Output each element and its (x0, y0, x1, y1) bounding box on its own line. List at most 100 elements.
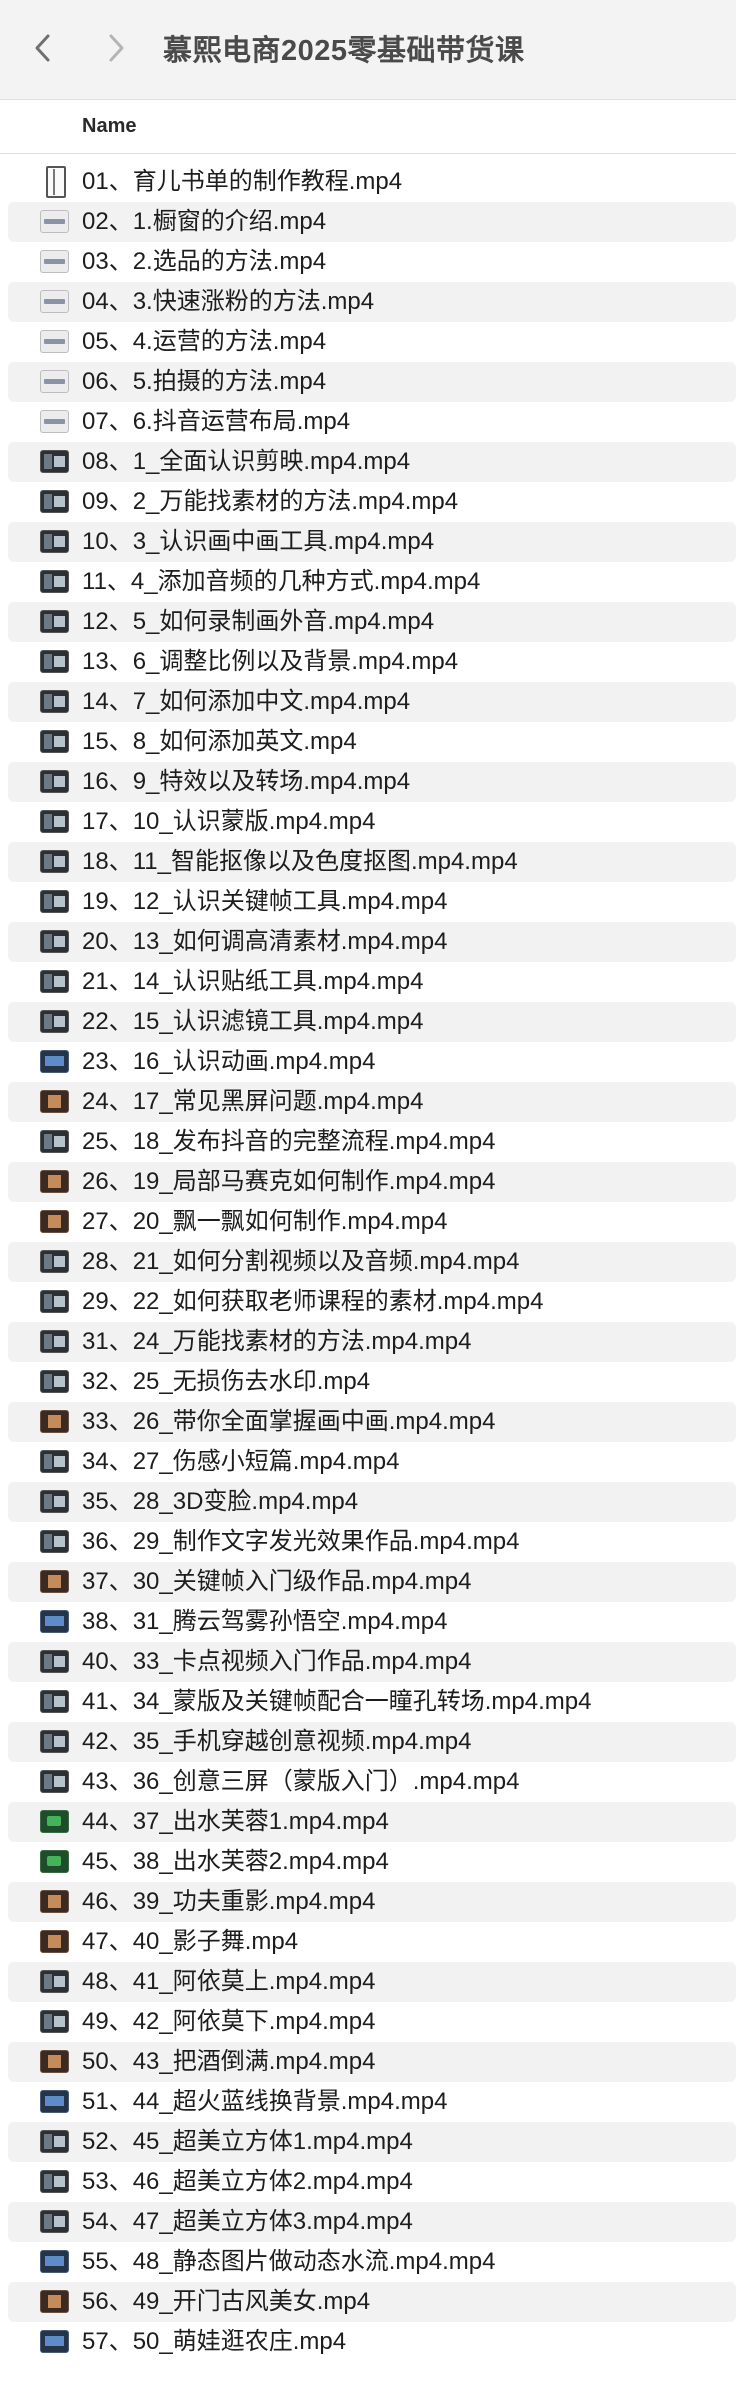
video-thumbnail-icon (40, 1090, 69, 1113)
file-row[interactable]: 57、50_萌娃逛农庄.mp4 (8, 2322, 736, 2362)
file-row[interactable]: 38、31_腾云驾雾孙悟空.mp4.mp4 (8, 1602, 736, 1642)
file-row[interactable]: 15、8_如何添加英文.mp4 (8, 722, 736, 762)
file-row[interactable]: 47、40_影子舞.mp4 (8, 1922, 736, 1962)
file-row[interactable]: 13、6_调整比例以及背景.mp4.mp4 (8, 642, 736, 682)
file-row[interactable]: 22、15_认识滤镜工具.mp4.mp4 (8, 1002, 736, 1042)
video-thumbnail-icon (40, 890, 69, 913)
file-row[interactable]: 20、13_如何调高清素材.mp4.mp4 (8, 922, 736, 962)
video-thumbnail-icon (40, 1810, 69, 1833)
file-row[interactable]: 24、17_常见黑屏问题.mp4.mp4 (8, 1082, 736, 1122)
file-row[interactable]: 45、38_出水芙蓉2.mp4.mp4 (8, 1842, 736, 1882)
file-name: 29、22_如何获取老师课程的素材.mp4.mp4 (82, 1288, 544, 1315)
file-row[interactable]: 18、11_智能抠像以及色度抠图.mp4.mp4 (8, 842, 736, 882)
file-row[interactable]: 04、3.快速涨粉的方法.mp4 (8, 282, 736, 322)
file-row[interactable]: 05、4.运营的方法.mp4 (8, 322, 736, 362)
file-row[interactable]: 33、26_带你全面掌握画中画.mp4.mp4 (8, 1402, 736, 1442)
file-name: 20、13_如何调高清素材.mp4.mp4 (82, 928, 448, 955)
file-row[interactable]: 10、3_认识画中画工具.mp4.mp4 (8, 522, 736, 562)
file-name: 27、20_飘一飘如何制作.mp4.mp4 (82, 1208, 448, 1235)
file-row[interactable]: 08、1_全面认识剪映.mp4.mp4 (8, 442, 736, 482)
file-row[interactable]: 54、47_超美立方体3.mp4.mp4 (8, 2202, 736, 2242)
file-name: 43、36_创意三屏（蒙版入门）.mp4.mp4 (82, 1768, 520, 1795)
file-row[interactable]: 31、24_万能找素材的方法.mp4.mp4 (8, 1322, 736, 1362)
back-button[interactable] (17, 22, 69, 74)
file-row[interactable]: 07、6.抖音运营布局.mp4 (8, 402, 736, 442)
file-name: 55、48_静态图片做动态水流.mp4.mp4 (82, 2248, 496, 2275)
video-thumbnail-icon (40, 2290, 69, 2313)
file-name: 49、42_阿依莫下.mp4.mp4 (82, 2008, 376, 2035)
video-thumbnail-icon (40, 970, 69, 993)
file-row[interactable]: 09、2_万能找素材的方法.mp4.mp4 (8, 482, 736, 522)
video-thumbnail-icon (40, 1650, 69, 1673)
forward-button[interactable] (90, 22, 142, 74)
file-row[interactable]: 49、42_阿依莫下.mp4.mp4 (8, 2002, 736, 2042)
file-row[interactable]: 43、36_创意三屏（蒙版入门）.mp4.mp4 (8, 1762, 736, 1802)
file-row[interactable]: 34、27_伤感小短篇.mp4.mp4 (8, 1442, 736, 1482)
video-thumbnail-icon (40, 1450, 69, 1473)
file-name: 09、2_万能找素材的方法.mp4.mp4 (82, 488, 459, 515)
video-thumbnail-icon (40, 2170, 69, 2193)
file-row[interactable]: 03、2.选品的方法.mp4 (8, 242, 736, 282)
video-thumbnail-icon (40, 1170, 69, 1193)
file-row[interactable]: 48、41_阿依莫上.mp4.mp4 (8, 1962, 736, 2002)
file-name: 05、4.运营的方法.mp4 (82, 328, 327, 355)
file-row[interactable]: 06、5.拍摄的方法.mp4 (8, 362, 736, 402)
video-thumbnail-icon (40, 1970, 69, 1993)
file-name: 56、49_开门古风美女.mp4 (82, 2288, 371, 2315)
file-row[interactable]: 27、20_飘一飘如何制作.mp4.mp4 (8, 1202, 736, 1242)
video-thumbnail-icon (40, 1490, 69, 1513)
file-row[interactable]: 17、10_认识蒙版.mp4.mp4 (8, 802, 736, 842)
video-thumbnail-icon (40, 250, 69, 273)
file-name: 51、44_超火蓝线换背景.mp4.mp4 (82, 2088, 448, 2115)
file-row[interactable]: 41、34_蒙版及关键帧配合一瞳孔转场.mp4.mp4 (8, 1682, 736, 1722)
video-thumbnail-icon (40, 1010, 69, 1033)
file-row[interactable]: 35、28_3D变脸.mp4.mp4 (8, 1482, 736, 1522)
file-row[interactable]: 23、16_认识动画.mp4.mp4 (8, 1042, 736, 1082)
file-row[interactable]: 16、9_特效以及转场.mp4.mp4 (8, 762, 736, 802)
file-name: 25、18_发布抖音的完整流程.mp4.mp4 (82, 1128, 496, 1155)
file-row[interactable]: 28、21_如何分割视频以及音频.mp4.mp4 (8, 1242, 736, 1282)
file-name: 02、1.橱窗的介绍.mp4 (82, 208, 327, 235)
file-row[interactable]: 25、18_发布抖音的完整流程.mp4.mp4 (8, 1122, 736, 1162)
file-row[interactable]: 12、5_如何录制画外音.mp4.mp4 (8, 602, 736, 642)
file-row[interactable]: 36、29_制作文字发光效果作品.mp4.mp4 (8, 1522, 736, 1562)
file-name: 19、12_认识关键帧工具.mp4.mp4 (82, 888, 448, 915)
file-row[interactable]: 02、1.橱窗的介绍.mp4 (8, 202, 736, 242)
file-row[interactable]: 46、39_功夫重影.mp4.mp4 (8, 1882, 736, 1922)
file-row[interactable]: 50、43_把酒倒满.mp4.mp4 (8, 2042, 736, 2082)
video-thumbnail-icon (40, 450, 69, 473)
file-row[interactable]: 26、19_局部马赛克如何制作.mp4.mp4 (8, 1162, 736, 1202)
file-row[interactable]: 11、4_添加音频的几种方式.mp4.mp4 (8, 562, 736, 602)
file-row[interactable]: 53、46_超美立方体2.mp4.mp4 (8, 2162, 736, 2202)
video-thumbnail-icon (40, 850, 69, 873)
file-row[interactable]: 19、12_认识关键帧工具.mp4.mp4 (8, 882, 736, 922)
video-thumbnail-icon (40, 1850, 69, 1873)
file-row[interactable]: 21、14_认识贴纸工具.mp4.mp4 (8, 962, 736, 1002)
file-row[interactable]: 51、44_超火蓝线换背景.mp4.mp4 (8, 2082, 736, 2122)
video-thumbnail-icon (40, 370, 69, 393)
file-row[interactable]: 14、7_如何添加中文.mp4.mp4 (8, 682, 736, 722)
file-row[interactable]: 32、25_无损伤去水印.mp4 (8, 1362, 736, 1402)
video-thumbnail-icon (40, 1530, 69, 1553)
file-row[interactable]: 01、育儿书单的制作教程.mp4 (8, 162, 736, 202)
file-row[interactable]: 52、45_超美立方体1.mp4.mp4 (8, 2122, 736, 2162)
file-row[interactable]: 55、48_静态图片做动态水流.mp4.mp4 (8, 2242, 736, 2282)
video-thumbnail-icon (40, 650, 69, 673)
file-row[interactable]: 40、33_卡点视频入门作品.mp4.mp4 (8, 1642, 736, 1682)
file-row[interactable]: 56、49_开门古风美女.mp4 (8, 2282, 736, 2322)
file-name: 16、9_特效以及转场.mp4.mp4 (82, 768, 411, 795)
file-name: 38、31_腾云驾雾孙悟空.mp4.mp4 (82, 1608, 448, 1635)
file-name: 57、50_萌娃逛农庄.mp4 (82, 2328, 347, 2355)
file-list: 01、育儿书单的制作教程.mp4 02、1.橱窗的介绍.mp4 03、2.选品的方法… (0, 162, 736, 2362)
file-row[interactable]: 44、37_出水芙蓉1.mp4.mp4 (8, 1802, 736, 1842)
file-name: 28、21_如何分割视频以及音频.mp4.mp4 (82, 1248, 520, 1275)
name-column-header[interactable]: Name (82, 115, 136, 138)
video-thumbnail-icon (46, 166, 66, 198)
chevron-left-icon (35, 34, 50, 62)
video-thumbnail-icon (40, 1410, 69, 1433)
file-row[interactable]: 29、22_如何获取老师课程的素材.mp4.mp4 (8, 1282, 736, 1322)
video-thumbnail-icon (40, 1250, 69, 1273)
file-row[interactable]: 42、35_手机穿越创意视频.mp4.mp4 (8, 1722, 736, 1762)
file-name: 45、38_出水芙蓉2.mp4.mp4 (82, 1848, 389, 1875)
file-row[interactable]: 37、30_关键帧入门级作品.mp4.mp4 (8, 1562, 736, 1602)
